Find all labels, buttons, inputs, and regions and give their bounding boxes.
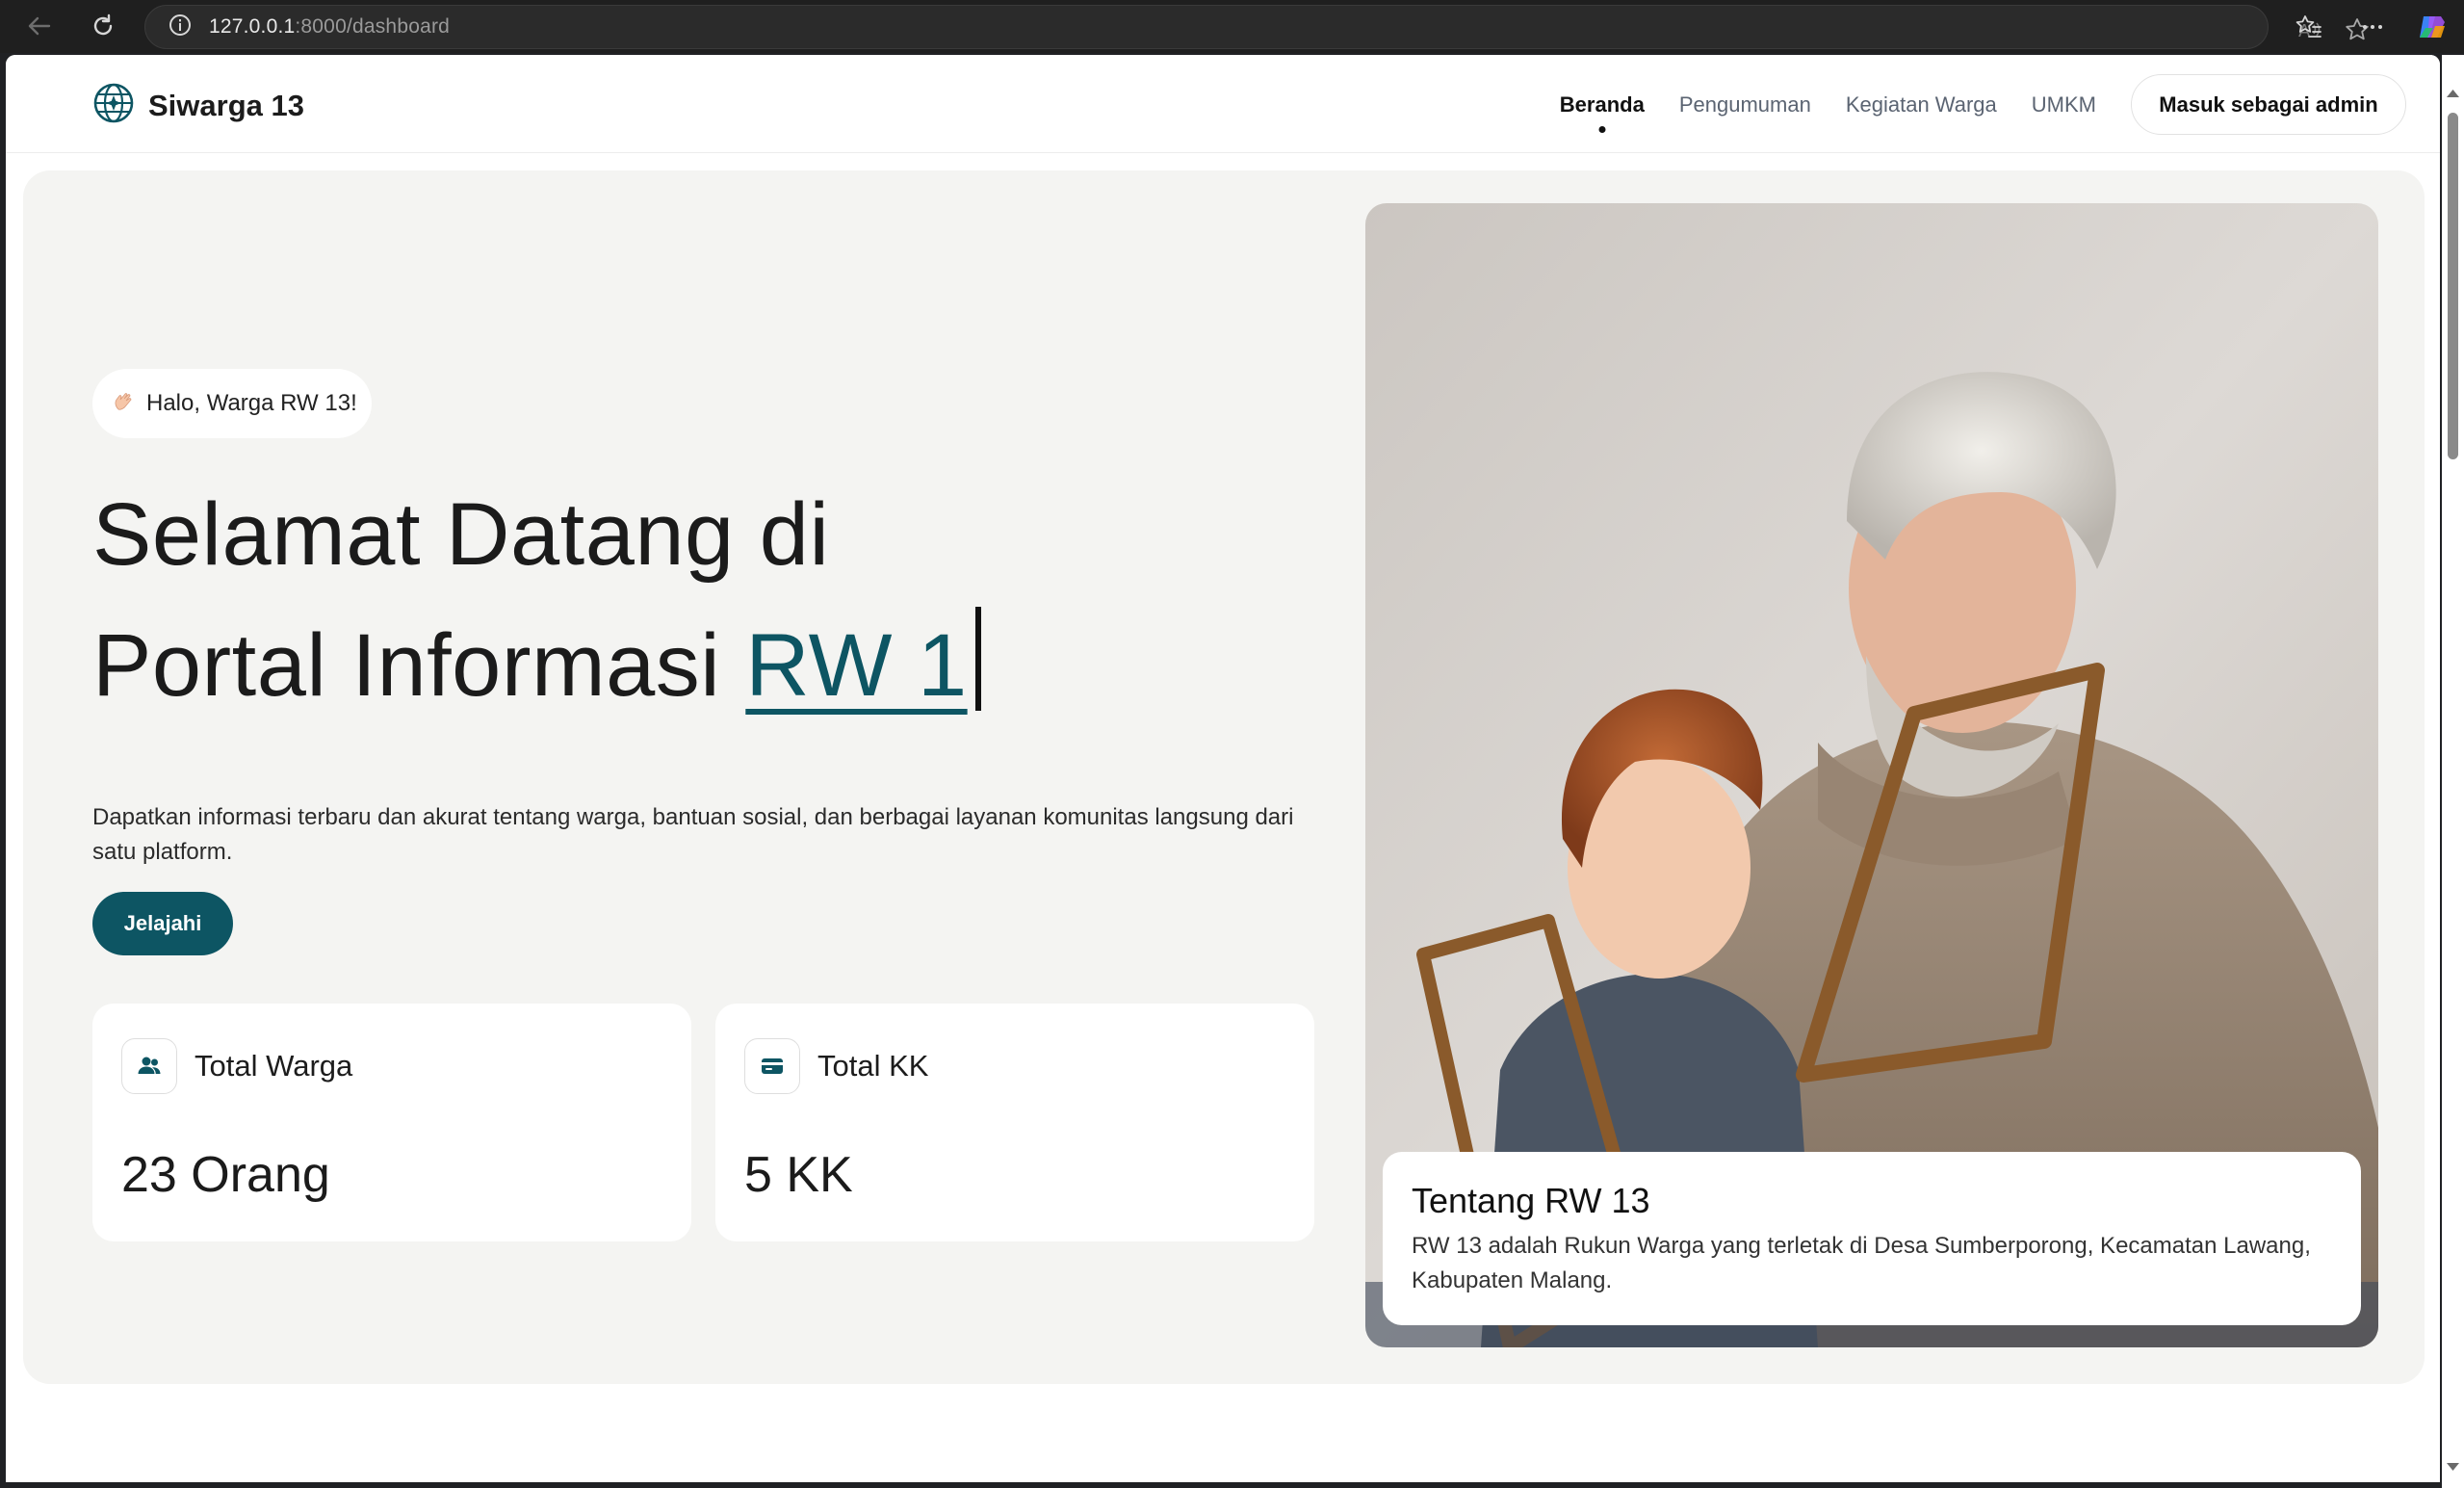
url-text[interactable]: 127.0.0.1:8000/dashboard [209, 15, 450, 39]
greeting-badge: Halo, Warga RW 13! [92, 369, 372, 438]
reload-icon[interactable] [87, 10, 119, 42]
greeting-text: Halo, Warga RW 13! [146, 390, 357, 416]
nav-item-umkm[interactable]: UMKM [2032, 77, 2096, 133]
explore-button[interactable]: Jelajahi [92, 892, 233, 955]
nav-item-kegiatan-warga[interactable]: Kegiatan Warga [1846, 77, 1997, 133]
nav-item-beranda[interactable]: Beranda [1560, 77, 1645, 133]
hero-headline: Selamat Datang di Portal Informasi RW 1 [92, 469, 981, 731]
brand[interactable]: Siwarga 13 [92, 82, 304, 129]
stat-value: 5 KK [744, 1147, 853, 1203]
about-title: Tentang RW 13 [1412, 1181, 1650, 1220]
stat-title: Total KK [817, 1049, 929, 1083]
url-host: 127.0.0.1 [209, 15, 296, 38]
headline-accent: RW 1 [745, 616, 968, 715]
page-viewport: Siwarga 13 Beranda Pengumuman Kegiatan W… [6, 55, 2440, 1482]
page-bottom-area [6, 1394, 2440, 1482]
scroll-down-icon[interactable] [2446, 1461, 2460, 1473]
scroll-up-icon[interactable] [2446, 88, 2460, 99]
url-path: :8000/dashboard [295, 15, 451, 38]
scroll-thumb[interactable] [2448, 113, 2458, 459]
headline-line-2: Portal Informasi RW 1 [92, 600, 981, 731]
users-icon [121, 1038, 177, 1094]
about-card: Tentang RW 13 RW 13 adalah Rukun Warga y… [1383, 1152, 2361, 1325]
globe-logo-icon [92, 82, 135, 129]
admin-login-button[interactable]: Masuk sebagai admin [2131, 74, 2406, 135]
copilot-icon[interactable] [2415, 10, 2450, 44]
main-nav: Beranda Pengumuman Kegiatan Warga UMKM M… [1560, 74, 2406, 135]
headline-line-1: Selamat Datang di [92, 485, 830, 584]
brand-name: Siwarga 13 [148, 88, 304, 122]
back-arrow-icon[interactable] [23, 10, 56, 42]
page-scrollbar[interactable] [2442, 55, 2464, 1488]
waving-hand-icon [112, 388, 137, 420]
stat-value: 23 Orang [121, 1147, 330, 1203]
stat-title: Total Warga [195, 1049, 353, 1083]
stat-card-total-warga: Total Warga 23 Orang [92, 1004, 691, 1241]
more-icon[interactable] [2355, 10, 2390, 44]
site-header: Siwarga 13 Beranda Pengumuman Kegiatan W… [6, 55, 2440, 153]
typing-caret [974, 607, 981, 711]
address-bar[interactable]: 127.0.0.1:8000/dashboard A [144, 5, 2369, 49]
hero-description: Dapatkan informasi terbaru dan akurat te… [92, 804, 1294, 865]
hero-section: Halo, Warga RW 13! Selamat Datang di Por… [23, 170, 2425, 1384]
card-icon [744, 1038, 800, 1094]
stat-card-total-kk: Total KK 5 KK [715, 1004, 1314, 1241]
hero-photo: Tentang RW 13 RW 13 adalah Rukun Warga y… [1365, 203, 2378, 1347]
site-info-icon[interactable] [169, 13, 192, 41]
headline-line-2-prefix: Portal Informasi [92, 616, 721, 715]
about-text: RW 13 adalah Rukun Warga yang terletak d… [1412, 1233, 2311, 1293]
favorites-icon[interactable] [2292, 10, 2326, 44]
browser-toolbar: 127.0.0.1:8000/dashboard A [0, 0, 2464, 53]
nav-item-pengumuman[interactable]: Pengumuman [1679, 77, 1811, 133]
